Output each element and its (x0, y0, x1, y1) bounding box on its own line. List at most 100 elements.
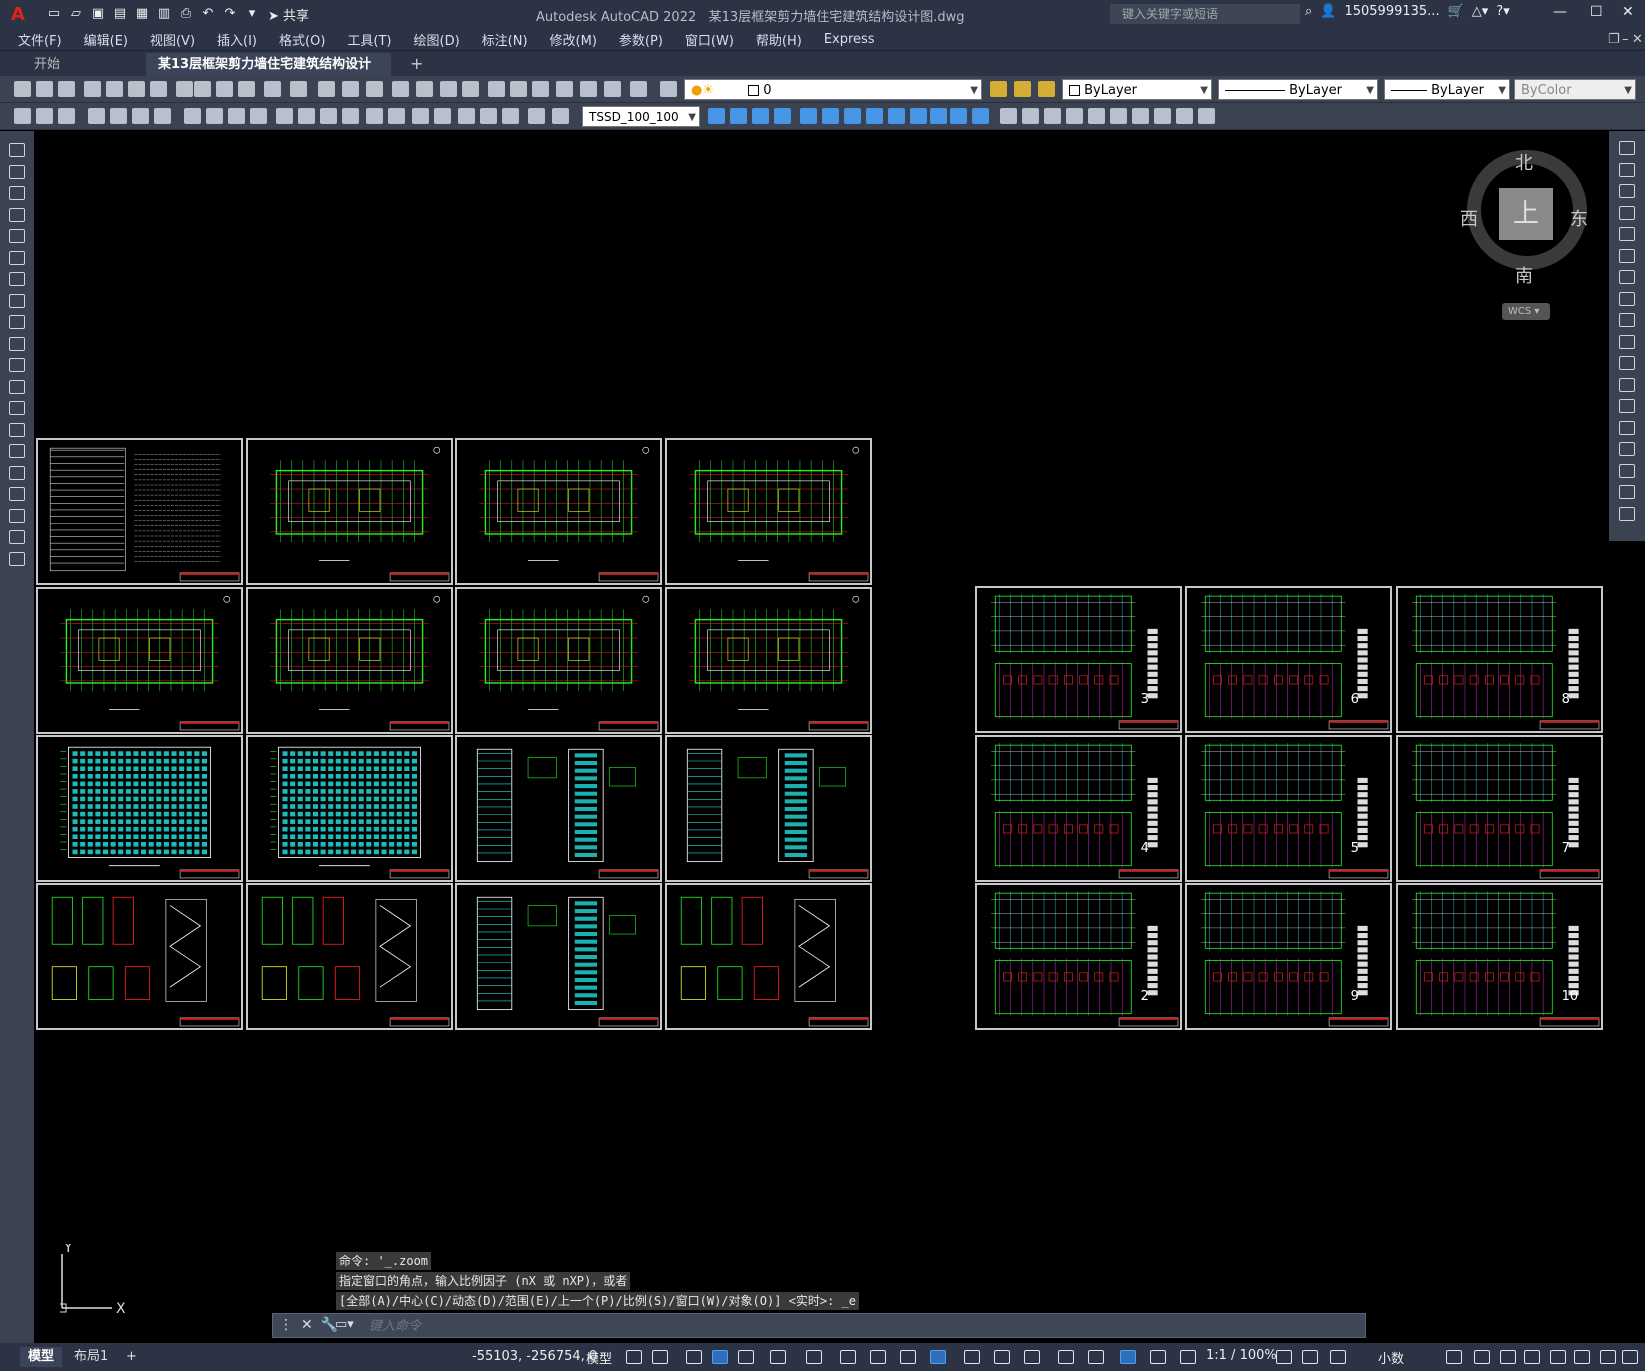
dim-tool-icon[interactable] (800, 108, 817, 124)
lineweight-dropdown[interactable]: ByLayer ▼ (1384, 79, 1510, 100)
tab-model[interactable]: 模型 (20, 1347, 63, 1367)
tssd-tool-icon[interactable] (320, 108, 337, 124)
drawing-sheet[interactable] (975, 586, 1182, 733)
dim-tool-icon[interactable] (844, 108, 861, 124)
autodesk-app-icon[interactable]: △▾ (1472, 4, 1489, 19)
dim-tool-icon[interactable] (708, 108, 725, 124)
modify-tool-icon[interactable] (1619, 420, 1635, 435)
drawing-sheet[interactable] (36, 883, 243, 1030)
menu-tools[interactable]: 工具(T) (347, 30, 391, 49)
dim-tool-icon[interactable] (972, 108, 989, 124)
drawing-sheet[interactable] (246, 883, 453, 1030)
status-toggle-icon[interactable] (900, 1350, 916, 1364)
drawing-sheet[interactable] (36, 587, 243, 734)
standard-tool-icon[interactable] (604, 81, 621, 97)
compass-west[interactable]: 西 (1460, 205, 1478, 231)
modify-tool-icon[interactable] (1619, 356, 1635, 370)
tssd-tool-icon[interactable] (184, 108, 201, 124)
new-tab-button[interactable]: + (410, 54, 423, 73)
draw-tool-icon[interactable] (9, 272, 25, 286)
tssd-tool-icon[interactable] (412, 108, 429, 124)
drawing-sheet[interactable] (665, 587, 872, 734)
status-toggle-icon[interactable] (1446, 1350, 1462, 1364)
new-icon[interactable]: ▭ (44, 5, 64, 23)
model-space-toggle[interactable]: 模型 (586, 1348, 612, 1367)
status-toggle-icon[interactable] (1180, 1350, 1196, 1364)
drawing-sheet[interactable] (665, 735, 872, 882)
print-icon[interactable]: ⎙ (176, 5, 196, 23)
open-icon[interactable]: ▱ (66, 5, 86, 23)
tab-document[interactable]: 某13层框架剪力墙住宅建筑结构设计图*✕ (146, 53, 391, 96)
search-icon[interactable]: ⌕ (1305, 4, 1312, 19)
status-toggle-icon[interactable] (840, 1350, 856, 1364)
tssd-tool-icon[interactable] (434, 108, 451, 124)
dim-tool-icon[interactable] (730, 108, 747, 124)
status-toggle-icon[interactable] (1058, 1350, 1074, 1364)
draw-tool-icon[interactable] (9, 379, 25, 394)
standard-tool-icon[interactable] (660, 81, 677, 97)
modify-tool-icon[interactable] (1619, 399, 1635, 413)
status-toggle-icon[interactable] (1330, 1350, 1346, 1364)
modify-tool-icon[interactable] (1619, 291, 1635, 306)
tssd-tool-icon[interactable] (276, 108, 293, 124)
modify-tool-icon[interactable] (1619, 184, 1635, 198)
drawing-sheet[interactable] (665, 438, 872, 585)
menu-draw[interactable]: 绘图(D) (414, 30, 460, 49)
redo-icon[interactable]: ↷ (220, 5, 240, 23)
drawing-sheet[interactable] (455, 883, 662, 1030)
standard-tool-icon[interactable] (488, 81, 505, 97)
standard-tool-icon[interactable] (580, 81, 597, 97)
drawing-sheet[interactable] (455, 735, 662, 882)
customize-icon[interactable]: ▾ (242, 5, 262, 23)
status-toggle-icon[interactable] (964, 1350, 980, 1364)
draw-tool-icon[interactable] (9, 422, 25, 437)
standard-tool-icon[interactable] (342, 81, 359, 97)
tssd-tool-icon[interactable] (36, 108, 53, 124)
user-name[interactable]: 1505999135... (1344, 4, 1439, 19)
linetype-dropdown[interactable]: ByLayer ▼ (1218, 79, 1378, 100)
modify-tool-icon[interactable] (1619, 463, 1635, 478)
block-tool-icon[interactable] (1000, 108, 1017, 124)
help-icon[interactable]: ?▾ (1496, 4, 1509, 19)
status-toggle-icon[interactable] (1088, 1350, 1104, 1364)
drawing-sheet[interactable] (36, 735, 243, 882)
drawing-sheet[interactable] (975, 883, 1182, 1030)
standard-tool-icon[interactable] (14, 81, 31, 97)
modify-tool-icon[interactable] (1619, 313, 1635, 327)
standard-tool-icon[interactable] (150, 81, 167, 97)
block-tool-icon[interactable] (1088, 108, 1105, 124)
tssd-tool-icon[interactable] (342, 108, 359, 124)
status-toggle-icon[interactable] (1524, 1350, 1540, 1364)
status-toggle-icon[interactable] (1622, 1350, 1638, 1364)
draw-tool-icon[interactable] (9, 358, 25, 372)
dim-tool-icon[interactable] (950, 108, 967, 124)
tssd-tool-icon[interactable] (502, 108, 519, 124)
modify-tool-icon[interactable] (1619, 506, 1635, 521)
tssd-tool-icon[interactable] (552, 108, 569, 124)
layer-tool-icon[interactable] (1014, 81, 1031, 97)
standard-tool-icon[interactable] (216, 81, 233, 97)
status-toggle-icon[interactable] (806, 1350, 822, 1364)
add-layout-button[interactable]: + (118, 1347, 145, 1367)
standard-tool-icon[interactable] (106, 81, 123, 97)
draw-tool-icon[interactable] (9, 207, 25, 222)
status-toggle-icon[interactable] (738, 1350, 754, 1364)
standard-tool-icon[interactable] (238, 81, 255, 97)
tssd-tool-icon[interactable] (480, 108, 497, 124)
doc-minimize-icon[interactable]: – (1622, 32, 1629, 47)
menu-parametric[interactable]: 参数(P) (619, 30, 663, 49)
drawing-sheet[interactable] (246, 587, 453, 734)
search-input[interactable]: 键入关键字或短语 (1110, 4, 1300, 24)
drawing-sheet[interactable] (665, 883, 872, 1030)
tssd-tool-icon[interactable] (528, 108, 545, 124)
autocad-logo-button[interactable]: A (0, 0, 36, 28)
dim-tool-icon[interactable] (866, 108, 883, 124)
dim-tool-icon[interactable] (774, 108, 791, 124)
layer-tool-icon[interactable] (1038, 81, 1055, 97)
drawing-sheet[interactable] (975, 735, 1182, 882)
menu-file[interactable]: 文件(F) (18, 30, 62, 49)
publish-icon[interactable]: ▥ (154, 5, 174, 23)
block-tool-icon[interactable] (1110, 108, 1127, 124)
compass-north[interactable]: 北 (1515, 149, 1533, 175)
drawing-sheet[interactable] (1396, 735, 1603, 882)
